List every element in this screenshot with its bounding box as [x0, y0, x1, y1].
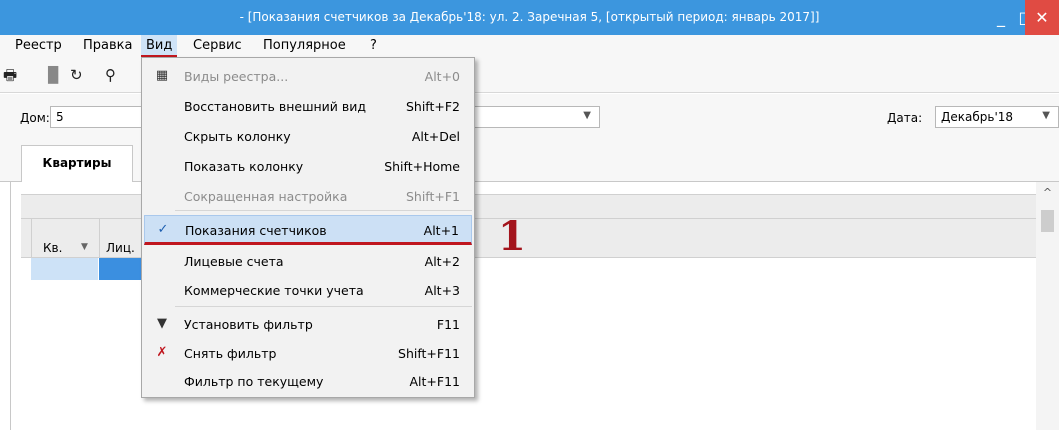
menu-item-label: Лицевые счета	[184, 254, 284, 269]
menu-separator	[175, 210, 472, 211]
refresh-icon[interactable]: ↻	[70, 65, 83, 85]
menu-item-label: Показать колонку	[184, 159, 304, 174]
menu-item-registry-views[interactable]: ▦ Виды реестра... Alt+0	[144, 62, 472, 90]
menu-item-commercial-points[interactable]: Коммерческие точки учета Alt+3	[144, 276, 472, 304]
search-icon[interactable]: ⚲	[105, 65, 116, 85]
date-select[interactable]: Декабрь'18 ▼	[935, 106, 1059, 128]
menu-item-shortcut: Alt+2	[424, 254, 460, 269]
close-button[interactable]: ✕	[1025, 0, 1059, 35]
tab-kvartiry[interactable]: Квартиры	[21, 145, 133, 182]
menu-item-personal-accounts[interactable]: Лицевые счета Alt+2	[144, 247, 472, 275]
vertical-scrollbar[interactable]: ^	[1036, 182, 1059, 430]
menu-item-label: Фильтр по текущему	[184, 374, 324, 389]
grid-icon: ▦	[155, 68, 169, 83]
menu-populyarnoe[interactable]: Популярное	[258, 35, 351, 57]
scroll-thumb[interactable]	[1041, 210, 1054, 232]
menu-item-label: Сокращенная настройка	[184, 189, 348, 204]
menu-item-show-column[interactable]: Показать колонку Shift+Home	[144, 152, 472, 180]
menu-bar: Реестр Правка Вид Сервис Популярное ?	[0, 35, 1059, 57]
checkmark-icon: ✓	[157, 222, 169, 237]
menu-item-short-settings[interactable]: Сокращенная настройка Shift+F1	[144, 182, 472, 210]
menu-item-label: Коммерческие точки учета	[184, 283, 364, 298]
menu-item-label: Скрыть колонку	[184, 129, 291, 144]
menu-item-label: Восстановить внешний вид	[184, 99, 367, 114]
menu-item-shortcut: Alt+0	[424, 69, 460, 84]
house-label: Дом:	[20, 111, 50, 125]
menu-item-label: Показания счетчиков	[185, 223, 327, 238]
view-menu-dropdown: ▦ Виды реестра... Alt+0 Восстановить вне…	[141, 57, 475, 398]
table-cell[interactable]	[31, 258, 99, 280]
menu-servis[interactable]: Сервис	[188, 35, 247, 57]
menu-item-shortcut: Alt+1	[423, 223, 459, 238]
menu-item-shortcut: Shift+Home	[384, 159, 460, 174]
menu-item-filter-by-current[interactable]: Фильтр по текущему Alt+F11	[144, 367, 472, 395]
date-value: Декабрь'18	[941, 110, 1014, 124]
menu-item-meter-readings[interactable]: ✓ Показания счетчиков Alt+1	[144, 215, 472, 245]
menu-item-shortcut: Shift+F1	[405, 189, 460, 204]
sort-arrow-icon[interactable]: ▼	[81, 242, 88, 252]
menu-item-shortcut: Alt+Del	[411, 129, 460, 144]
menu-item-set-filter[interactable]: ▼ Установить фильтр F11	[144, 310, 472, 338]
filter-icon: ▼	[157, 316, 167, 331]
save-icon[interactable]: ▉	[48, 65, 60, 85]
menu-item-shortcut: Shift+F11	[398, 346, 460, 361]
menu-pravka[interactable]: Правка	[78, 35, 137, 57]
menu-item-label: Установить фильтр	[184, 317, 313, 332]
menu-item-remove-filter[interactable]: ✗ Снять фильтр Shift+F11	[144, 339, 472, 367]
step-annotation: 1	[498, 213, 526, 260]
chevron-down-icon: ▼	[583, 110, 591, 121]
title-bar: - [Показания счетчиков за Декабрь'18: ул…	[0, 0, 1059, 35]
menu-help[interactable]: ?	[365, 35, 382, 57]
menu-item-hide-column[interactable]: Скрыть колонку Alt+Del	[144, 122, 472, 150]
chevron-up-icon[interactable]: ^	[1036, 182, 1059, 204]
menu-item-shortcut: F11	[436, 317, 460, 332]
window-title: - [Показания счетчиков за Декабрь'18: ул…	[239, 10, 820, 24]
date-label: Дата:	[887, 111, 923, 125]
menu-separator	[175, 306, 472, 307]
house-value: 5	[56, 110, 64, 124]
menu-item-shortcut: Shift+F2	[405, 99, 460, 114]
column-header-lic[interactable]: Лиц.	[106, 241, 135, 255]
menu-vid[interactable]: Вид	[141, 35, 178, 57]
menu-item-shortcut: Alt+F11	[409, 374, 461, 389]
print-icon[interactable]: 🖶	[3, 65, 17, 85]
menu-item-label: Снять фильтр	[184, 346, 277, 361]
menu-reestr[interactable]: Реестр	[10, 35, 67, 57]
menu-item-shortcut: Alt+3	[424, 283, 460, 298]
chevron-down-icon: ▼	[1042, 110, 1050, 121]
menu-item-restore-view[interactable]: Восстановить внешний вид Shift+F2	[144, 92, 472, 120]
remove-filter-icon: ✗	[156, 345, 168, 360]
menu-item-label: Виды реестра...	[184, 69, 289, 84]
column-header-kv[interactable]: Кв.	[43, 241, 62, 255]
